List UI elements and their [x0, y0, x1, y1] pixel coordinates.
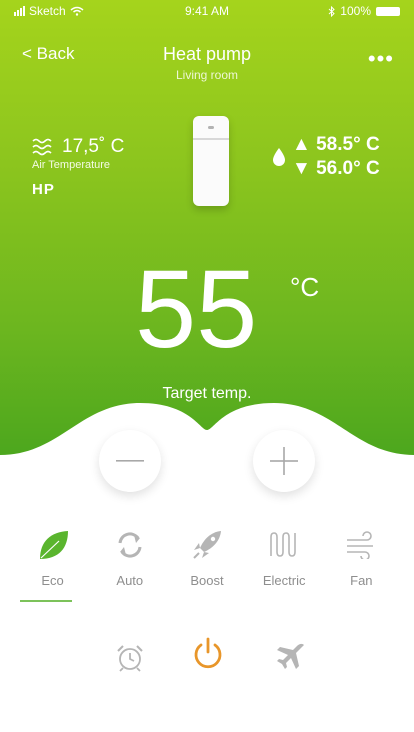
bluetooth-icon	[328, 5, 336, 17]
air-temperature-label: Air Temperature	[32, 159, 111, 171]
mode-label: Boost	[190, 573, 224, 588]
battery-status: 100%	[328, 4, 400, 18]
battery-percent: 100%	[340, 4, 371, 18]
air-waves-icon	[32, 138, 52, 156]
mode-auto[interactable]: Auto	[100, 525, 160, 588]
mode-boost[interactable]: Boost	[177, 525, 237, 588]
status-bar: Sketch 9:41 AM 100%	[0, 0, 414, 22]
decrease-temperature-button[interactable]	[99, 430, 161, 492]
plus-icon	[270, 447, 298, 475]
increase-temperature-button[interactable]	[253, 430, 315, 492]
target-temperature-unit: °C	[290, 272, 320, 302]
selected-mode-indicator	[20, 600, 72, 602]
mode-label: Eco	[41, 573, 64, 588]
schedule-button[interactable]	[112, 640, 148, 676]
power-icon	[194, 637, 222, 669]
heat-pump-screen: Sketch 9:41 AM 100% < Back Heat pump Liv…	[0, 0, 414, 732]
rocket-icon	[193, 531, 221, 559]
holiday-mode-button[interactable]	[273, 640, 309, 676]
water-drop-icon	[273, 148, 285, 166]
more-options-button[interactable]: •••	[368, 46, 394, 72]
page-title: Heat pump	[162, 44, 252, 64]
mode-label: Fan	[350, 573, 373, 588]
water-temperature-panel: ▲ 58.5° C ▼ 56.0° C	[272, 133, 380, 181]
water-temperature-high: ▲ 58.5° C	[292, 134, 380, 155]
mode-selector: Eco Auto Boost Electric Fan	[0, 525, 414, 588]
air-temperature-value: 17,5˚ C	[62, 136, 125, 157]
mode-fan[interactable]: Fan	[331, 525, 391, 588]
mode-eco[interactable]: Eco	[23, 525, 83, 588]
page-subtitle: Living room	[175, 68, 239, 82]
heater-icon	[270, 532, 296, 557]
mode-electric[interactable]: Electric	[254, 525, 314, 588]
air-temperature-panel: 17,5˚ C Air Temperature HP	[32, 136, 124, 198]
minus-icon	[116, 460, 144, 462]
target-temperature-value: 55	[135, 248, 258, 371]
refresh-icon	[118, 532, 142, 558]
leaf-icon	[39, 531, 68, 559]
power-button[interactable]	[190, 636, 226, 672]
target-temperature-label: Target temp.	[162, 385, 252, 402]
alarm-clock-icon	[117, 645, 143, 672]
battery-icon	[376, 6, 400, 16]
mode-label: Electric	[262, 573, 306, 588]
mode-label: Auto	[116, 573, 144, 588]
water-temperature-low: ▼ 56.0° C	[292, 158, 380, 179]
hp-badge: HP	[32, 181, 55, 198]
wave-divider	[0, 403, 414, 485]
airplane-icon	[277, 643, 304, 669]
wind-icon	[347, 531, 374, 559]
heat-pump-device-image	[193, 116, 229, 206]
